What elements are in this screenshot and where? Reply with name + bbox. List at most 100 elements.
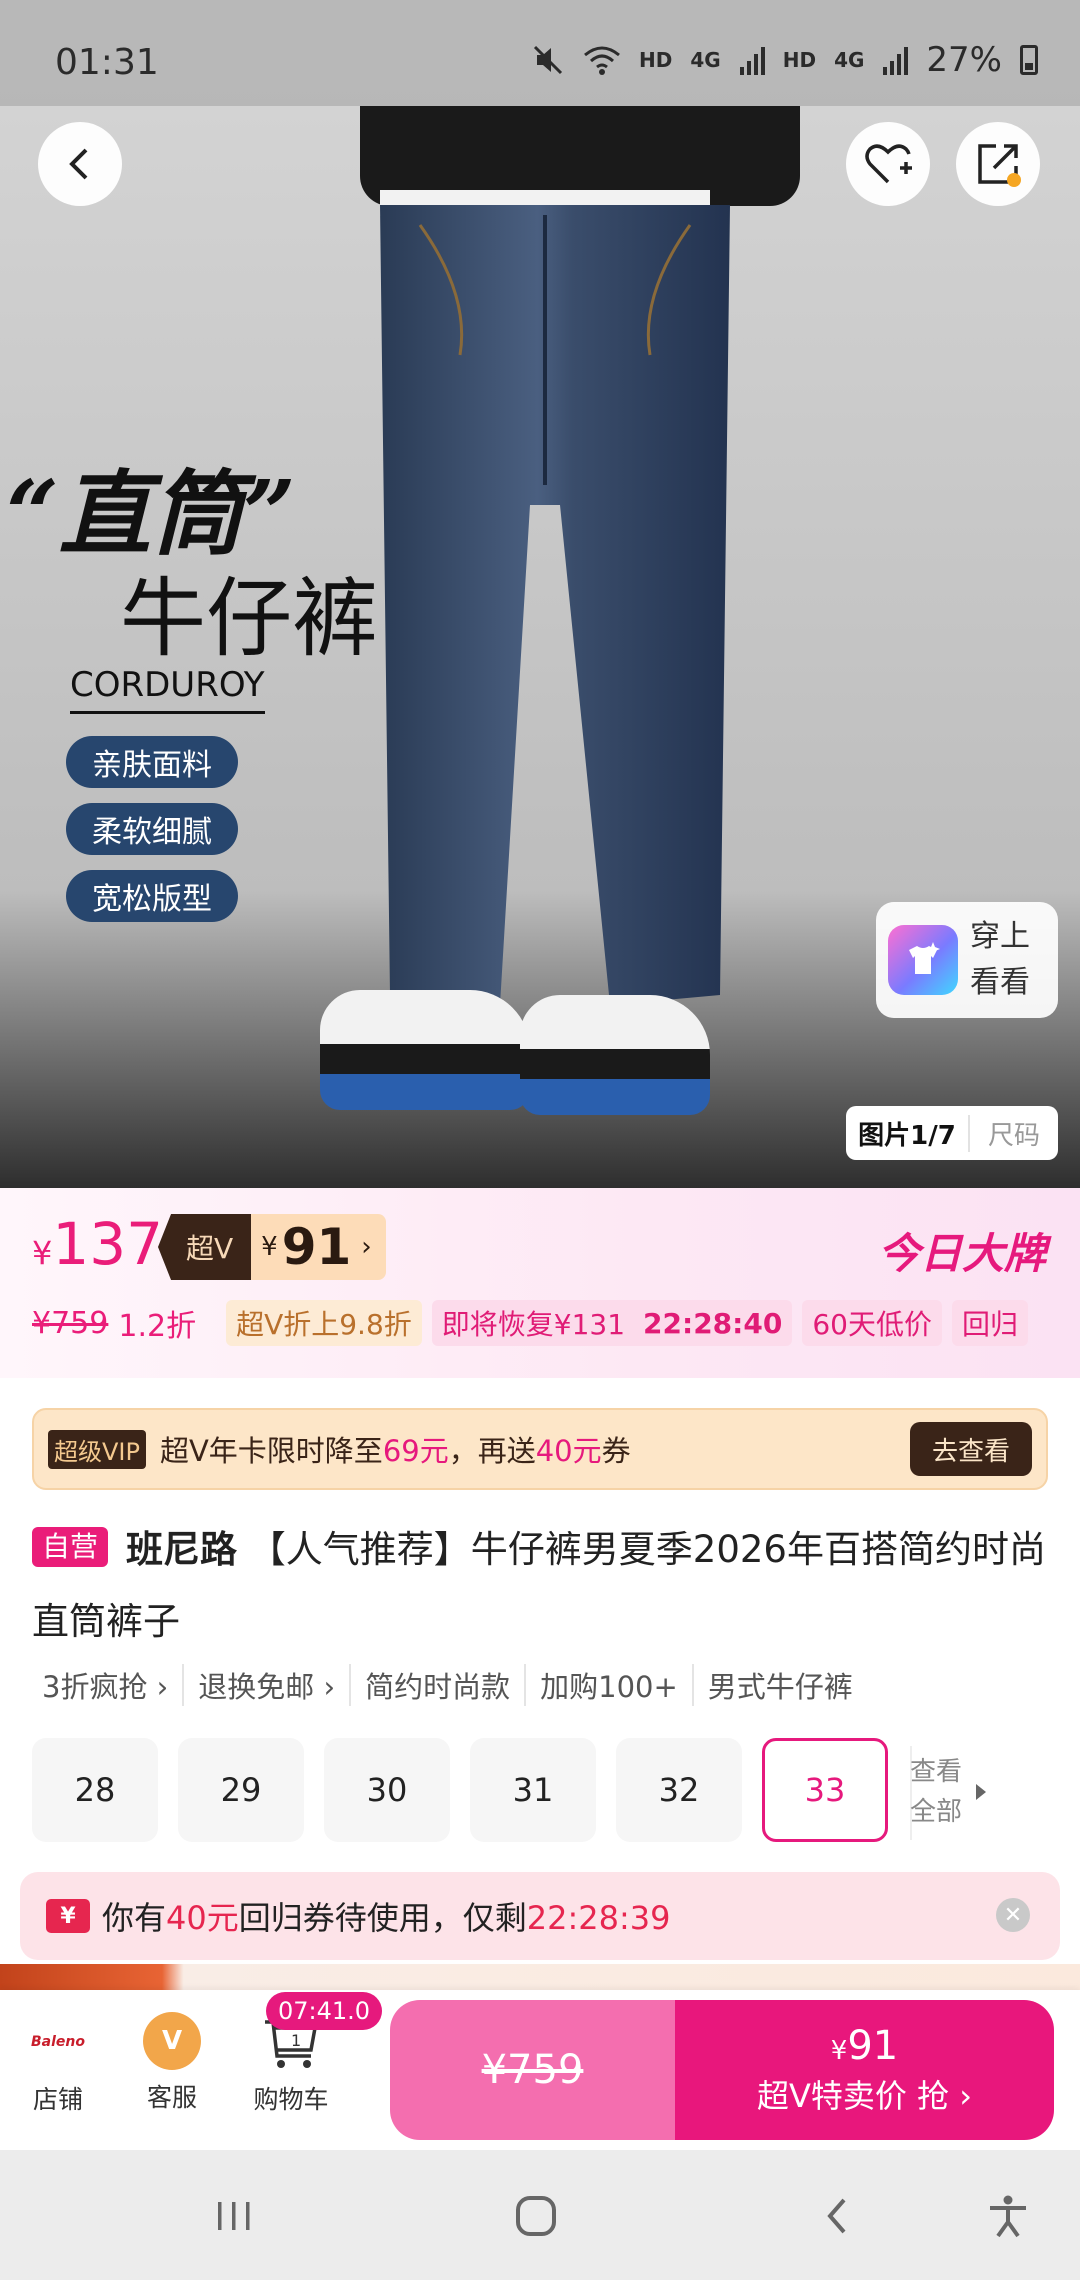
- restore-countdown: 22:28:40: [643, 1306, 783, 1340]
- chevron-right-icon: ›: [361, 1232, 372, 1262]
- buy-original-price-button[interactable]: ¥759: [390, 2000, 675, 2140]
- superv-currency: ¥: [261, 1232, 278, 1262]
- try-on-label-2: 看看: [970, 965, 1030, 1000]
- size-option[interactable]: 30: [324, 1738, 450, 1842]
- coupon-text: 你有40元回归券待使用，仅剩22:28:39: [102, 1899, 671, 1937]
- signal-icon: [739, 47, 765, 75]
- low-price-chip: 60天低价: [802, 1300, 942, 1346]
- network-label: 4G: [690, 48, 721, 72]
- vip-text: 超V年卡限时降至69元，再送40元券: [159, 1434, 631, 1468]
- today-brand-label: 今日大牌: [877, 1229, 1046, 1278]
- current-price-value: 137: [52, 1210, 164, 1278]
- signal-icon: [883, 47, 909, 75]
- battery-icon: [1020, 45, 1038, 75]
- system-back-button[interactable]: [808, 2186, 868, 2246]
- right-sneaker: [520, 995, 710, 1115]
- promo-english: CORDUROY: [70, 665, 265, 714]
- promo-pill: 亲肤面料: [66, 736, 238, 788]
- section-divider-strip: [0, 1964, 1080, 1990]
- wifi-icon: [584, 46, 620, 75]
- cart-count: 1: [291, 2031, 301, 2050]
- vip-view-button[interactable]: 去查看: [909, 1422, 1032, 1476]
- buy-now-button[interactable]: ¥91 超V特卖价 抢 ›: [675, 2000, 1054, 2140]
- size-option-selected[interactable]: 33: [762, 1738, 888, 1842]
- size-option[interactable]: 31: [470, 1738, 596, 1842]
- coupon-icon: ¥: [46, 1899, 90, 1933]
- promo-pill: 宽松版型: [66, 870, 238, 922]
- feature-tags: 3折疯抢 › 退换免邮 › 简约时尚款 加购100+ 男式牛仔裤: [32, 1664, 867, 1706]
- feature-tag[interactable]: 3折疯抢 ›: [32, 1664, 182, 1706]
- feature-tag: 简约时尚款: [349, 1664, 524, 1706]
- caret-right-icon: [976, 1784, 987, 1800]
- feature-tag[interactable]: 退换免邮 ›: [182, 1664, 349, 1706]
- promo-pill: 柔软细腻: [66, 803, 238, 855]
- accessibility-icon: [990, 2195, 1026, 2238]
- buy-price: 91: [847, 2023, 899, 2069]
- hd-label: HD: [639, 48, 673, 72]
- shop-label: 店铺: [32, 2085, 83, 2114]
- back-arrow-icon: [827, 2198, 846, 2234]
- size-selector: 28 29 30 31 32 33: [32, 1738, 888, 1842]
- superv-price: 91: [281, 1218, 352, 1276]
- size-option[interactable]: 29: [178, 1738, 304, 1842]
- close-icon[interactable]: ✕: [996, 1898, 1030, 1932]
- superv-label: 超V: [158, 1214, 252, 1280]
- customer-service-icon: V: [143, 2012, 201, 2070]
- home-icon: [516, 2196, 556, 2236]
- recent-apps-button[interactable]: [204, 2186, 264, 2246]
- buy-buttons: ¥759 ¥91 超V特卖价 抢 ›: [390, 2000, 1054, 2140]
- try-on-icon: [888, 925, 958, 995]
- chevron-left-icon: [69, 148, 88, 180]
- vip-badge: 超级VIP: [48, 1429, 146, 1469]
- share-icon: [978, 144, 1021, 187]
- left-sneaker: [320, 990, 530, 1110]
- size-option[interactable]: 28: [32, 1738, 158, 1842]
- promo-subtitle: 牛仔裤: [120, 569, 378, 669]
- product-image-carousel[interactable]: “直筒” 牛仔裤 CORDUROY 亲肤面料 柔软细腻 宽松版型 穿上 看看 图…: [0, 0, 1080, 1188]
- mute-icon: [533, 45, 563, 75]
- system-navigation-bar: [0, 2150, 1080, 2280]
- tab-size[interactable]: 尺码: [970, 1115, 1058, 1152]
- feature-tag: 加购100+: [524, 1664, 692, 1706]
- customer-service-button[interactable]: V 客服: [136, 2012, 208, 2114]
- back-button[interactable]: [38, 122, 122, 206]
- cart-timer-badge: 07:41.0: [266, 1992, 383, 2030]
- favorite-button[interactable]: [846, 122, 930, 206]
- network-label: 4G: [834, 48, 865, 72]
- buy-currency: ¥: [830, 2036, 848, 2066]
- shop-logo: Baleno: [28, 2012, 88, 2072]
- service-label: 客服: [146, 2083, 197, 2112]
- try-on-button[interactable]: 穿上 看看: [876, 902, 1058, 1018]
- view-all-sizes-button[interactable]: 查看 全部: [910, 1752, 1060, 1832]
- status-icons: HD 4G HD 4G 27%: [531, 40, 1038, 80]
- hd-label: HD: [782, 48, 817, 72]
- brand-name[interactable]: 班尼路: [126, 1528, 237, 1571]
- status-time: 01:31: [55, 42, 159, 83]
- vip-banner[interactable]: 超级VIP 超V年卡限时降至69元，再送40元券 去查看: [32, 1408, 1048, 1490]
- return-chip: 回归: [951, 1300, 1028, 1346]
- superv-discount-chip: 超V折上9.8折: [226, 1300, 422, 1346]
- view-all-label-1: 查看: [910, 1757, 963, 1787]
- buy-label: 超V特卖价 抢 ›: [756, 2077, 973, 2115]
- try-on-label-1: 穿上: [970, 919, 1030, 954]
- feature-tag: 男式牛仔裤: [691, 1664, 867, 1706]
- size-option[interactable]: 32: [616, 1738, 742, 1842]
- share-button[interactable]: [956, 122, 1040, 206]
- view-all-label-2: 全部: [910, 1797, 963, 1827]
- restore-price-text: 即将恢复¥131: [441, 1308, 626, 1341]
- battery-percent: 27%: [926, 40, 1002, 80]
- accessibility-button[interactable]: [978, 2186, 1038, 2246]
- jeans-image: [380, 205, 730, 1005]
- current-price: ¥137: [32, 1210, 163, 1278]
- status-bar: 01:31 HD 4G HD 4G 27%: [0, 0, 1080, 106]
- currency-symbol: ¥: [32, 1234, 53, 1272]
- superv-price-tag[interactable]: 超V ¥ 91 ›: [158, 1214, 386, 1280]
- product-title: 自营 班尼路 【人气推荐】牛仔裤男夏季2026年百搭简约时尚直筒裤子: [32, 1514, 1048, 1658]
- home-button[interactable]: [506, 2186, 566, 2246]
- discount-rate: 1.2折: [118, 1309, 197, 1344]
- price-details-row: ¥759 1.2折 超V折上9.8折 即将恢复¥131 22:28:40 60天低…: [32, 1300, 1048, 1346]
- heart-plus-icon: [865, 144, 912, 184]
- coupon-notice[interactable]: ¥ 你有40元回归券待使用，仅剩22:28:39 ✕: [20, 1872, 1060, 1960]
- tab-images[interactable]: 图片1/7: [846, 1114, 970, 1152]
- shop-button[interactable]: Baleno 店铺: [22, 2012, 94, 2116]
